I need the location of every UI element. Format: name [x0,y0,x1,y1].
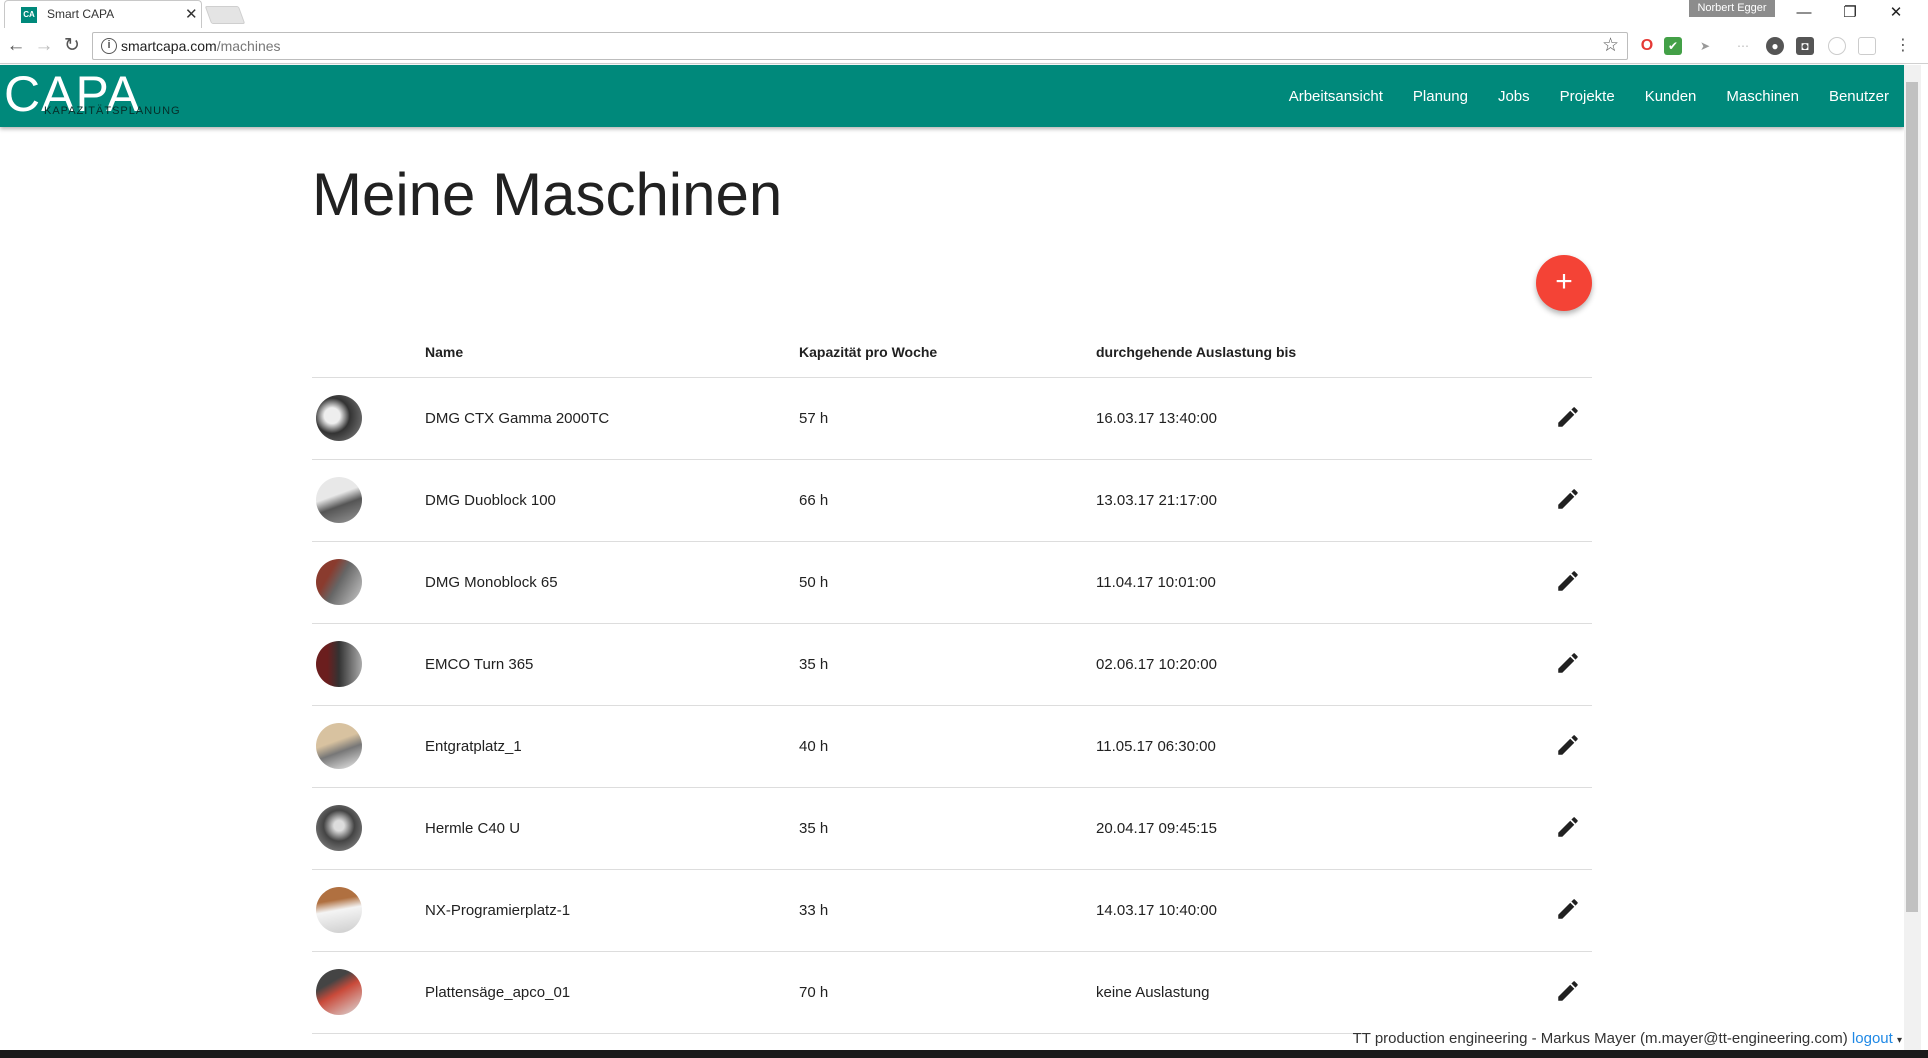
browser-tabbar: CA Smart CAPA ✕ Norbert Egger — ❐ ✕ [0,0,1928,28]
edit-pencil-icon[interactable] [1555,814,1581,840]
machine-utilization-until: 13.03.17 21:17:00 [1096,492,1217,509]
checkmark-extension-icon[interactable]: ✔ [1664,37,1682,55]
main-nav: Arbeitsansicht Planung Jobs Projekte Kun… [1274,65,1904,127]
machine-utilization-until: keine Auslastung [1096,984,1210,1001]
logout-link[interactable]: logout [1852,1030,1893,1047]
machine-thumbnail [316,641,362,687]
machine-thumbnail [316,887,362,933]
machine-thumbnail [316,805,362,851]
info-icon[interactable]: i [101,38,117,54]
edit-pencil-icon[interactable] [1555,978,1581,1004]
window-close-icon[interactable]: ✕ [1876,2,1916,24]
machine-utilization-until: 11.05.17 06:30:00 [1096,738,1216,755]
menu-kebab-icon[interactable]: ⋮ [1894,37,1912,55]
machine-thumbnail [316,477,362,523]
table-row: DMG Monoblock 65 50 h 11.04.17 10:01:00 [312,542,1592,624]
table-row: NX-Programierplatz-1 33 h 14.03.17 10:40:0… [312,870,1592,952]
machine-name: DMG Duoblock 100 [425,492,556,509]
table-row: Hermle C40 U 35 h 20.04.17 09:45:15 [312,788,1592,870]
machine-utilization-until: 20.04.17 09:45:15 [1096,820,1217,837]
add-machine-button[interactable]: + [1536,255,1592,311]
user-extension-icon[interactable]: ● [1766,37,1784,55]
browser-toolbar: ← → ↻ i smartcapa.com/machines ☆ O ✔ ➤ ⋯… [0,28,1928,64]
machine-capacity: 33 h [799,902,829,919]
edit-pencil-icon[interactable] [1555,404,1581,430]
machine-capacity: 66 h [799,492,829,509]
machine-name: Entgratplatz_1 [425,738,522,755]
logo-subtitle: KAPAZITÄTSPLANUNG [44,105,181,117]
back-icon[interactable]: ← [4,34,28,58]
nav-benutzer[interactable]: Benutzer [1814,88,1904,105]
table-header: Name Kapazität pro Woche durchgehende Au… [312,326,1592,378]
profile-badge[interactable]: Norbert Egger [1689,0,1775,17]
scrollbar-thumb[interactable] [1906,82,1918,912]
table-row: EMCO Turn 365 35 h 02.06.17 10:20:00 [312,624,1592,706]
grid-extension-icon[interactable] [1858,37,1876,55]
machine-name: NX-Programierplatz-1 [425,902,571,919]
url-text: smartcapa.com/machines [121,38,281,54]
machine-thumbnail [316,395,362,441]
edit-pencil-icon[interactable] [1555,568,1581,594]
machine-name: Hermle C40 U [425,820,521,837]
machine-capacity: 50 h [799,574,829,591]
machine-capacity: 70 h [799,984,829,1001]
nav-planung[interactable]: Planung [1398,88,1483,105]
circle-extension-icon[interactable] [1828,37,1846,55]
machine-utilization-until: 11.04.17 10:01:00 [1096,574,1216,591]
page-title: Meine Maschinen [312,161,783,228]
forward-icon[interactable]: → [32,34,56,58]
header-name: Name [425,344,464,360]
app-header: CAPA KAPAZITÄTSPLANUNG Arbeitsansicht Pl… [0,65,1904,127]
edit-pencil-icon[interactable] [1555,732,1581,758]
machine-name: Plattensäge_apco_01 [425,984,571,1001]
machine-utilization-until: 02.06.17 10:20:00 [1096,656,1217,673]
machine-name: DMG Monoblock 65 [425,574,558,591]
machine-utilization-until: 14.03.17 10:40:00 [1096,902,1217,919]
header-until: durchgehende Auslastung bis [1096,344,1297,360]
machine-name: DMG CTX Gamma 2000TC [425,410,610,427]
nav-maschinen[interactable]: Maschinen [1711,88,1814,105]
nav-jobs[interactable]: Jobs [1483,88,1545,105]
address-field[interactable]: i smartcapa.com/machines ☆ [92,32,1628,60]
machines-table: Name Kapazität pro Woche durchgehende Au… [312,326,1592,1034]
nav-arbeitsansicht[interactable]: Arbeitsansicht [1274,88,1398,105]
browser-tab[interactable]: CA Smart CAPA ✕ [4,0,202,28]
shield-extension-icon[interactable]: ◘ [1796,37,1814,55]
machine-thumbnail [316,723,362,769]
dots-extension-icon[interactable]: ⋯ [1734,37,1752,55]
reload-icon[interactable]: ↻ [60,34,84,58]
header-capacity: Kapazität pro Woche [799,344,938,360]
machine-capacity: 35 h [799,820,829,837]
dropdown-arrow-icon[interactable]: ▾ [1897,1035,1902,1046]
machine-thumbnail [316,559,362,605]
edit-pencil-icon[interactable] [1555,650,1581,676]
machine-thumbnail [316,969,362,1015]
new-tab-button[interactable] [204,6,246,24]
nav-projekte[interactable]: Projekte [1545,88,1630,105]
bookmark-star-icon[interactable]: ☆ [1602,34,1619,57]
edit-pencil-icon[interactable] [1555,896,1581,922]
footer-text: TT production engineering - Markus Mayer… [1352,1030,1848,1047]
restore-icon[interactable]: ❐ [1830,2,1870,24]
cursor-extension-icon[interactable]: ➤ [1696,37,1714,55]
minimize-icon[interactable]: — [1784,2,1824,24]
table-row: Entgratplatz_1 40 h 11.05.17 06:30:00 [312,706,1592,788]
machine-name: EMCO Turn 365 [425,656,534,673]
machine-capacity: 40 h [799,738,829,755]
tab-title: Smart CAPA [47,7,115,21]
tab-close-icon[interactable]: ✕ [185,5,198,23]
capa-favicon-icon: CA [21,7,37,23]
table-row: DMG Duoblock 100 66 h 13.03.17 21:17:00 [312,460,1592,542]
machine-utilization-until: 16.03.17 13:40:00 [1096,410,1217,427]
table-row: Plattensäge_apco_01 70 h keine Auslastung [312,952,1592,1034]
footer: TT production engineering - Markus Mayer… [1352,1030,1902,1047]
capa-logo[interactable]: CAPA KAPAZITÄTSPLANUNG [4,65,194,127]
opera-extension-icon[interactable]: O [1638,37,1656,55]
table-row: DMG CTX Gamma 2000TC 57 h 16.03.17 13:40:0… [312,378,1592,460]
nav-kunden[interactable]: Kunden [1630,88,1712,105]
machine-capacity: 35 h [799,656,829,673]
machine-capacity: 57 h [799,410,829,427]
taskbar [0,1050,1928,1058]
edit-pencil-icon[interactable] [1555,486,1581,512]
